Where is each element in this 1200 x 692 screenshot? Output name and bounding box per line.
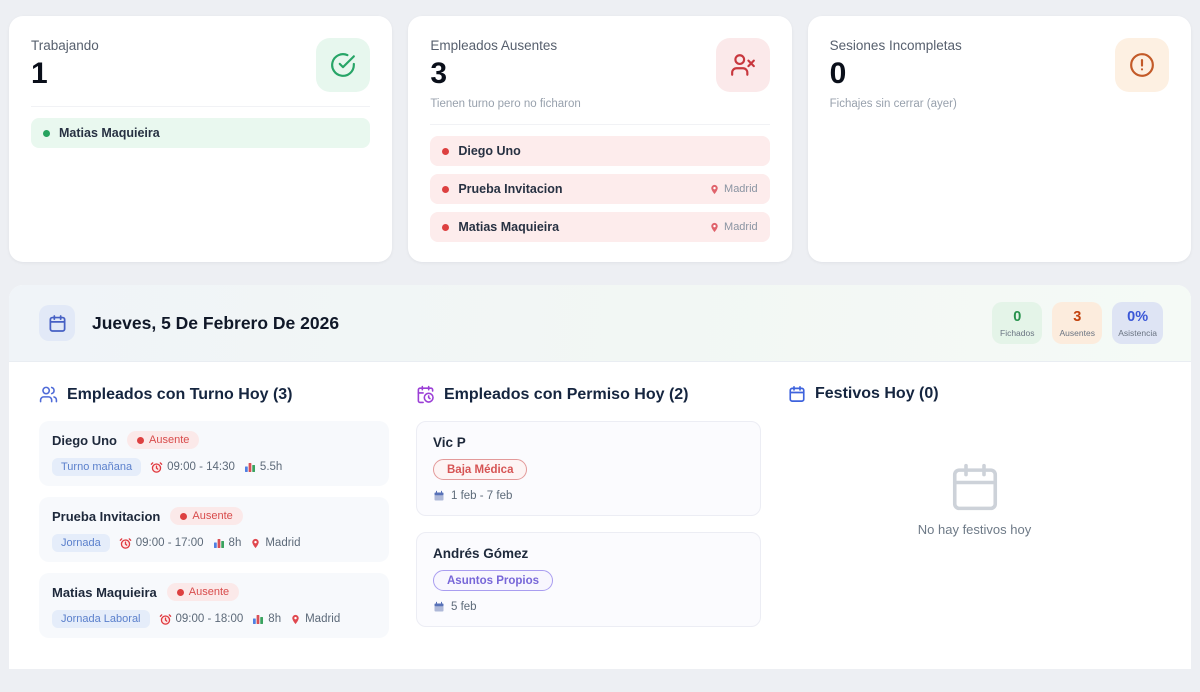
employee-name: Diego Uno [52,433,117,448]
holidays-title: Festivos Hoy (0) [815,385,939,403]
shift-time: 09:00 - 18:00 [176,613,244,625]
stat-asistencia: 0% Asistencia [1112,302,1163,344]
date-title: Jueves, 5 De Febrero De 2026 [92,313,339,334]
shifts-column: Empleados con Turno Hoy (3) Diego Uno Au… [39,385,389,649]
absent-employee-row[interactable]: Matias Maquieira Madrid [430,212,769,242]
permit-card[interactable]: Andrés Gómez Asuntos Propios 5 feb [416,532,761,627]
bar-chart-icon [244,461,256,473]
employee-name: Matias Maquieira [59,126,160,140]
card-subtitle: Tienen turno pero no ficharon [430,98,580,110]
mini-calendar-icon [433,490,445,502]
employee-location: Madrid [724,221,758,233]
card-count: 0 [830,57,962,90]
calendar-clock-icon [416,385,435,404]
employee-name: Matias Maquieira [458,220,559,234]
permit-card[interactable]: Vic P Baja Médica 1 feb - 7 feb [416,421,761,516]
permits-column: Empleados con Permiso Hoy (2) Vic P Baja… [416,385,761,649]
day-panel: Jueves, 5 De Febrero De 2026 0 Fichados … [9,285,1191,669]
status-badge: Ausente [170,507,242,525]
status-badge: Ausente [127,431,199,449]
card-count: 1 [31,57,99,90]
mini-calendar-icon [433,601,445,613]
stat-ausentes: 3 Ausentes [1052,302,1102,344]
shift-hours: 5.5h [260,461,282,473]
alarm-clock-icon [159,613,172,626]
employee-name: Prueba Invitacion [52,509,160,524]
user-x-icon [716,38,770,92]
status-dot [442,224,449,231]
shift-type-badge: Jornada Laboral [52,610,150,628]
permits-title: Empleados con Permiso Hoy (2) [444,386,689,404]
shift-location: Madrid [265,537,300,549]
map-pin-icon [290,614,301,625]
absent-employee-row[interactable]: Prueba Invitacion Madrid [430,174,769,204]
employee-name: Prueba Invitacion [458,182,562,196]
shift-type-badge: Jornada [52,534,110,552]
card-count: 3 [430,57,580,90]
shift-time: 09:00 - 17:00 [136,537,204,549]
day-stats: 0 Fichados 3 Ausentes 0% Asistencia [992,302,1163,344]
map-pin-icon [250,538,261,549]
holidays-column: Festivos Hoy (0) No hay festivos hoy [788,385,1161,649]
status-badge: Ausente [167,583,239,601]
employee-location: Madrid [724,183,758,195]
shift-row[interactable]: Diego Uno Ausente Turno mañana 09:00 - 1… [39,421,389,486]
calendar-icon [39,305,75,341]
employee-name: Andrés Gómez [433,546,744,561]
status-dot [442,186,449,193]
employee-name: Diego Uno [458,144,521,158]
card-subtitle: Fichajes sin cerrar (ayer) [830,98,962,110]
shift-type-badge: Turno mañana [52,458,141,476]
stat-fichados: 0 Fichados [992,302,1042,344]
shift-row[interactable]: Matias Maquieira Ausente Jornada Laboral… [39,573,389,638]
permit-type-badge: Baja Médica [433,459,527,480]
map-pin-icon [709,222,720,233]
summary-cards-row: Trabajando 1 Matias Maquieira Empleados … [0,0,1200,262]
status-dot [137,437,144,444]
status-dot [177,589,184,596]
card-title: Trabajando [31,38,99,53]
card-sesiones-incompletas: Sesiones Incompletas 0 Fichajes sin cerr… [808,16,1191,262]
calendar-icon [788,385,806,403]
alert-circle-icon [1115,38,1169,92]
card-ausentes: Empleados Ausentes 3 Tienen turno pero n… [408,16,791,262]
shifts-title: Empleados con Turno Hoy (3) [67,386,293,404]
holidays-empty-state: No hay festivos hoy [788,420,1161,537]
calendar-empty-icon [948,460,1002,514]
check-circle-icon [316,38,370,92]
card-title: Empleados Ausentes [430,38,580,53]
absent-employee-row[interactable]: Diego Uno [430,136,769,166]
users-icon [39,385,58,404]
employee-name: Vic P [433,435,744,450]
alarm-clock-icon [119,537,132,550]
divider [31,106,370,107]
shift-time: 09:00 - 14:30 [167,461,235,473]
status-dot [442,148,449,155]
status-dot [43,130,50,137]
shift-hours: 8h [268,613,281,625]
shift-location: Madrid [305,613,340,625]
divider [430,124,769,125]
card-trabajando: Trabajando 1 Matias Maquieira [9,16,392,262]
permit-dates: 1 feb - 7 feb [451,490,512,502]
shift-hours: 8h [229,537,242,549]
card-title: Sesiones Incompletas [830,38,962,53]
working-employee-row[interactable]: Matias Maquieira [31,118,370,148]
permit-type-badge: Asuntos Propios [433,570,553,591]
shift-row[interactable]: Prueba Invitacion Ausente Jornada 09:00 … [39,497,389,562]
employee-name: Matias Maquieira [52,585,157,600]
bar-chart-icon [213,537,225,549]
status-dot [180,513,187,520]
permit-dates: 5 feb [451,601,477,613]
bar-chart-icon [252,613,264,625]
holidays-empty-text: No hay festivos hoy [918,522,1031,537]
date-header: Jueves, 5 De Febrero De 2026 0 Fichados … [9,285,1191,362]
alarm-clock-icon [150,461,163,474]
map-pin-icon [709,184,720,195]
